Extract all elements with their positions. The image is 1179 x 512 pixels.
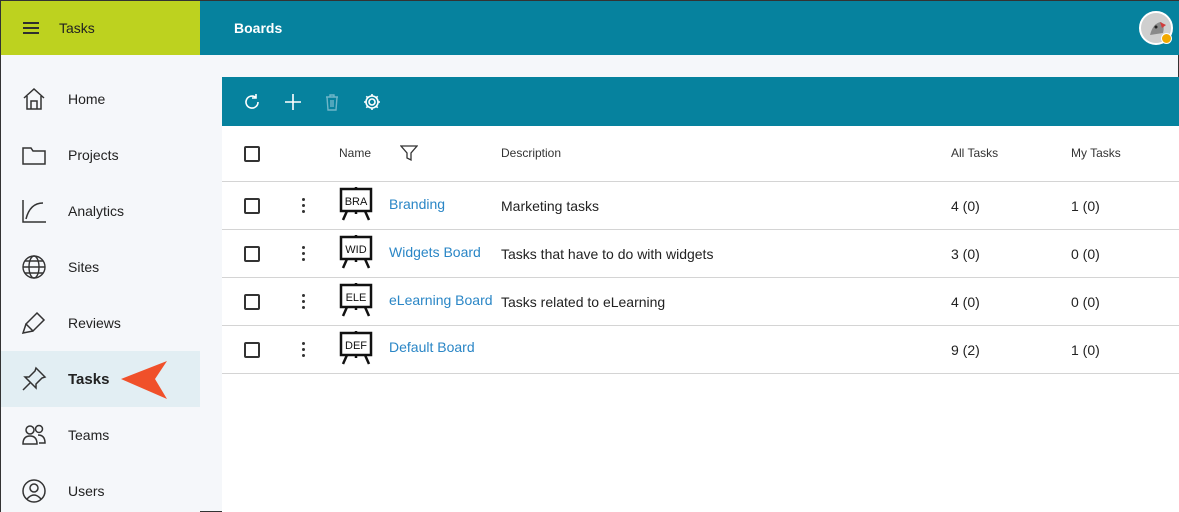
delete-icon[interactable] — [322, 92, 342, 112]
more-options-icon[interactable] — [302, 198, 306, 214]
board-name-link[interactable]: eLearning Board — [389, 292, 493, 308]
my-tasks-count: 1 (0) — [1071, 342, 1100, 358]
board-description: Tasks that have to do with widgets — [501, 246, 714, 262]
table-row[interactable]: WID Widgets Board Tasks that have to do … — [222, 230, 1179, 278]
column-header-my-tasks[interactable]: My Tasks — [1071, 146, 1121, 160]
status-dot — [1161, 33, 1172, 44]
more-options-icon[interactable] — [302, 342, 306, 358]
table-row[interactable]: BRA Branding Marketing tasks 4 (0) 1 (0) — [222, 182, 1179, 230]
board-name-link[interactable]: Default Board — [389, 339, 475, 355]
row-checkbox[interactable] — [244, 342, 260, 358]
all-tasks-count: 3 (0) — [951, 246, 980, 262]
toolbar — [222, 77, 1179, 126]
sidebar-item-teams[interactable]: Teams — [1, 407, 200, 463]
sidebar-item-users[interactable]: Users — [1, 463, 200, 512]
boards-panel: Name Description All Tasks My Tasks BRA … — [222, 77, 1179, 512]
all-tasks-count: 4 (0) — [951, 294, 980, 310]
sidebar-item-label: Users — [68, 483, 105, 499]
column-header-all-tasks[interactable]: All Tasks — [951, 146, 998, 160]
sidebar-item-label: Projects — [68, 147, 119, 163]
table-row[interactable]: DEF Default Board 9 (2) 1 (0) — [222, 326, 1179, 374]
settings-icon[interactable] — [362, 92, 382, 112]
sidebar-item-label: Teams — [68, 427, 110, 443]
home-icon — [21, 86, 47, 112]
all-tasks-count: 4 (0) — [951, 198, 980, 214]
highlighter-icon — [21, 310, 47, 336]
sidebar-item-reviews[interactable]: Reviews — [1, 295, 200, 351]
folder-icon — [21, 142, 47, 168]
board-code: BRA — [344, 196, 368, 208]
hamburger-menu-icon[interactable] — [23, 22, 39, 34]
sidebar-item-analytics[interactable]: Analytics — [1, 183, 200, 239]
select-all-checkbox[interactable] — [244, 146, 260, 162]
sidebar-item-label: Home — [68, 91, 106, 107]
board-name-link[interactable]: Widgets Board — [389, 244, 481, 260]
pointer-arrow-icon — [121, 361, 167, 399]
analytics-icon — [21, 198, 47, 224]
all-tasks-count: 9 (2) — [951, 342, 980, 358]
row-checkbox[interactable] — [244, 294, 260, 310]
board-description: Tasks related to eLearning — [501, 294, 666, 310]
pin-icon — [21, 366, 47, 392]
board-code: DEF — [345, 340, 367, 352]
sidebar-item-label: Reviews — [68, 315, 121, 331]
filter-icon[interactable] — [399, 144, 419, 167]
row-checkbox[interactable] — [244, 198, 260, 214]
board-code: ELE — [345, 292, 367, 304]
my-tasks-count: 1 (0) — [1071, 198, 1100, 214]
sidebar-item-home[interactable]: Home — [1, 71, 200, 127]
board-description: Marketing tasks — [501, 198, 600, 214]
my-tasks-count: 0 (0) — [1071, 294, 1100, 310]
app-title: Tasks — [59, 20, 95, 36]
refresh-icon[interactable] — [242, 92, 262, 112]
add-icon[interactable] — [283, 92, 303, 112]
more-options-icon[interactable] — [302, 246, 306, 262]
people-icon — [21, 422, 47, 448]
page-title: Boards — [234, 20, 283, 36]
table-row[interactable]: ELE eLearning Board Tasks related to eLe… — [222, 278, 1179, 326]
sidebar-item-tasks[interactable]: Tasks — [1, 351, 200, 407]
top-bar: Tasks Boards — [1, 1, 1179, 55]
column-header-description[interactable]: Description — [501, 146, 561, 160]
sidebar-item-projects[interactable]: Projects — [1, 127, 200, 183]
my-tasks-count: 0 (0) — [1071, 246, 1100, 262]
sidebar-item-label: Analytics — [68, 203, 125, 219]
more-options-icon[interactable] — [302, 294, 306, 310]
board-code: WID — [345, 244, 367, 256]
column-header-name[interactable]: Name — [339, 146, 371, 160]
user-icon — [21, 478, 47, 504]
sidebar-item-label: Sites — [68, 259, 100, 275]
app-brand: Tasks — [1, 1, 200, 55]
sidebar: Home Projects Analytics Sites Reviews Ta… — [1, 55, 200, 512]
globe-icon — [21, 254, 47, 280]
sidebar-item-label: Tasks — [68, 370, 110, 388]
sidebar-item-sites[interactable]: Sites — [1, 239, 200, 295]
table-header: Name Description All Tasks My Tasks — [222, 126, 1179, 182]
row-checkbox[interactable] — [244, 246, 260, 262]
board-name-link[interactable]: Branding — [389, 196, 445, 212]
